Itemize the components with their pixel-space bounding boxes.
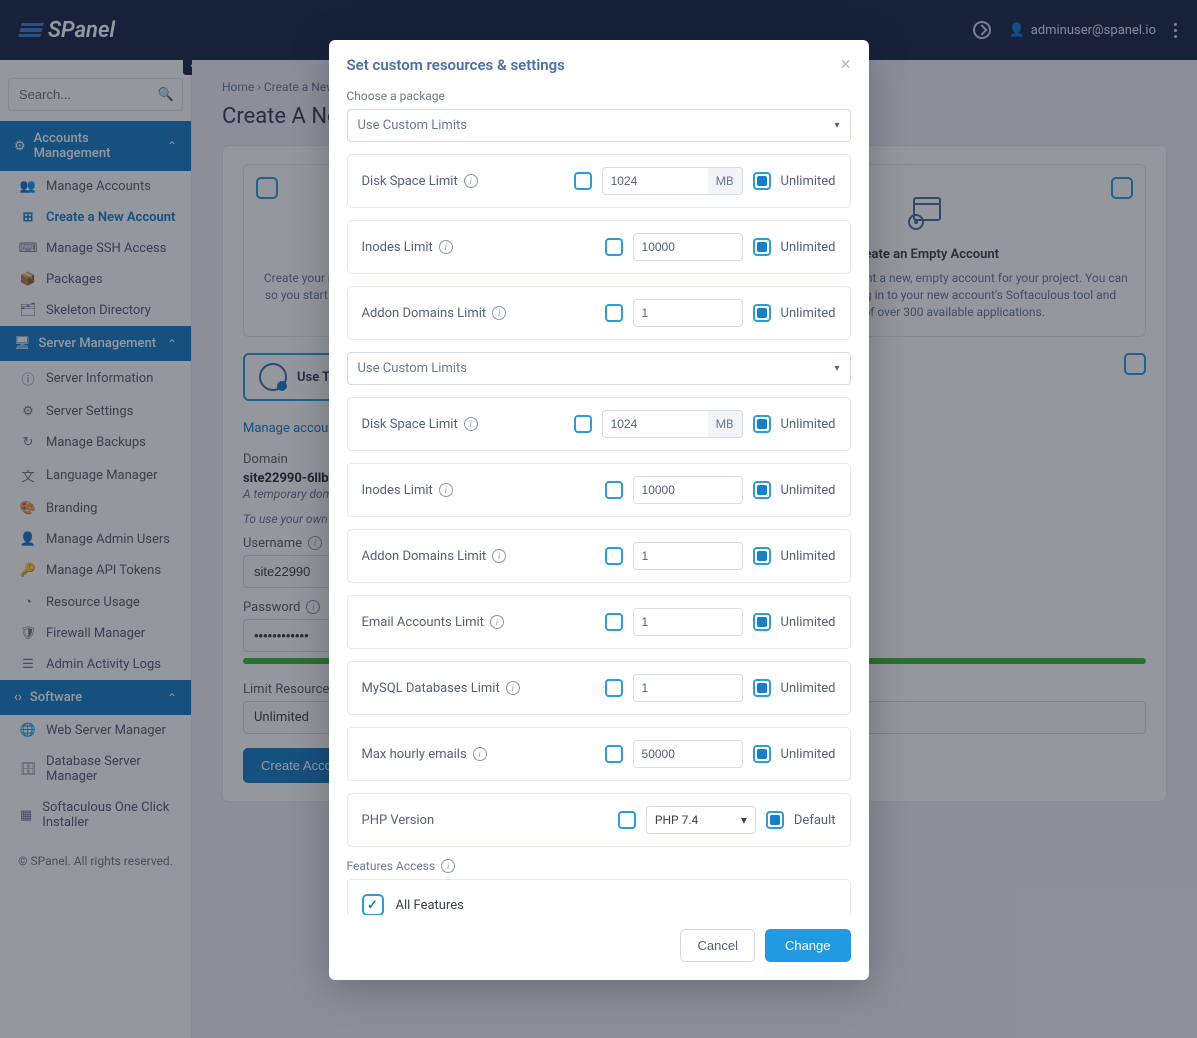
- unlimited-label: Unlimited: [781, 417, 836, 432]
- limit-name: Email Accounts Limit i: [362, 615, 522, 630]
- limit-group2-row-3: Email Accounts Limit i Unlimited: [347, 595, 851, 649]
- limit-group1-row-2: Addon Domains Limit i Unlimited: [347, 286, 851, 340]
- limit-enable-checkbox[interactable]: [605, 547, 623, 565]
- limit-name: Addon Domains Limit i: [362, 306, 522, 321]
- limit-enable-checkbox[interactable]: [605, 679, 623, 697]
- unlimited-checkbox[interactable]: [753, 238, 771, 256]
- php-label: PHP Version: [362, 813, 522, 828]
- limit-enable-checkbox[interactable]: [605, 304, 623, 322]
- unlimited-label: Unlimited: [781, 681, 836, 696]
- limit-enable-checkbox[interactable]: [574, 415, 592, 433]
- limit-enable-checkbox[interactable]: [605, 238, 623, 256]
- unlimited-label: Unlimited: [781, 306, 836, 321]
- resources-modal: Set custom resources & settings × Choose…: [329, 40, 869, 980]
- limit-name: Disk Space Limit i: [362, 174, 522, 189]
- limit-enable-checkbox[interactable]: [574, 172, 592, 190]
- unlimited-label: Unlimited: [781, 240, 836, 255]
- limit-name: Inodes Limit i: [362, 483, 522, 498]
- info-icon: i: [464, 417, 478, 431]
- limit-value-input[interactable]: [633, 299, 743, 327]
- modal-body: Choose a package Use Custom Limits▾ Disk…: [329, 89, 869, 915]
- features-row: ✓ All Features: [347, 879, 851, 915]
- features-label: Features Access i: [347, 859, 851, 873]
- info-icon: i: [490, 615, 504, 629]
- limit-group1-row-1: Inodes Limit i Unlimited: [347, 220, 851, 274]
- chevron-down-icon: ▾: [834, 120, 839, 131]
- info-icon: i: [492, 549, 506, 563]
- limit-group1-row-0: Disk Space Limit i MB Unlimited: [347, 154, 851, 208]
- php-default-label: Default: [794, 813, 836, 828]
- limit-value-input[interactable]: [602, 167, 712, 195]
- php-select[interactable]: PHP 7.4▾: [646, 806, 756, 834]
- info-icon: i: [492, 306, 506, 320]
- cancel-button[interactable]: Cancel: [680, 929, 754, 962]
- limit-enable-checkbox[interactable]: [605, 613, 623, 631]
- package-select-2[interactable]: Use Custom Limits▾: [347, 352, 851, 385]
- unit-label: MB: [708, 167, 743, 195]
- limit-value-input[interactable]: [633, 233, 743, 261]
- chevron-down-icon: ▾: [741, 813, 747, 827]
- unlimited-label: Unlimited: [781, 549, 836, 564]
- limit-group2-row-0: Disk Space Limit i MB Unlimited: [347, 397, 851, 451]
- limit-group2-row-1: Inodes Limit i Unlimited: [347, 463, 851, 517]
- info-icon: i: [473, 747, 487, 761]
- unlimited-checkbox[interactable]: [753, 547, 771, 565]
- modal-footer: Cancel Change: [329, 915, 869, 980]
- unlimited-checkbox[interactable]: [753, 172, 771, 190]
- limit-name: Disk Space Limit i: [362, 417, 522, 432]
- all-features-checkbox[interactable]: ✓: [362, 894, 384, 915]
- info-icon: i: [506, 681, 520, 695]
- modal-overlay: Set custom resources & settings × Choose…: [0, 0, 1197, 1038]
- php-default-checkbox[interactable]: [766, 811, 784, 829]
- close-icon[interactable]: ×: [841, 54, 851, 75]
- unlimited-label: Unlimited: [781, 615, 836, 630]
- change-button[interactable]: Change: [765, 929, 851, 962]
- unlimited-checkbox[interactable]: [753, 304, 771, 322]
- chevron-down-icon: ▾: [834, 363, 839, 374]
- limit-group2-row-5: Max hourly emails i Unlimited: [347, 727, 851, 781]
- unlimited-checkbox[interactable]: [753, 745, 771, 763]
- package-select[interactable]: Use Custom Limits▾: [347, 109, 851, 142]
- unlimited-label: Unlimited: [781, 483, 836, 498]
- unlimited-checkbox[interactable]: [753, 679, 771, 697]
- limit-group2-row-4: MySQL Databases Limit i Unlimited: [347, 661, 851, 715]
- php-checkbox[interactable]: [618, 811, 636, 829]
- unlimited-label: Unlimited: [781, 174, 836, 189]
- limit-value-input[interactable]: [602, 410, 712, 438]
- unlimited-checkbox[interactable]: [753, 613, 771, 631]
- unit-label: MB: [708, 410, 743, 438]
- limit-value-input[interactable]: [633, 542, 743, 570]
- limit-value-input[interactable]: [633, 740, 743, 768]
- modal-header: Set custom resources & settings ×: [329, 40, 869, 89]
- limit-name: Inodes Limit i: [362, 240, 522, 255]
- limit-enable-checkbox[interactable]: [605, 745, 623, 763]
- info-icon: i: [441, 859, 455, 873]
- limit-value-input[interactable]: [633, 476, 743, 504]
- unlimited-checkbox[interactable]: [753, 481, 771, 499]
- info-icon: i: [439, 483, 453, 497]
- limit-name: Max hourly emails i: [362, 747, 522, 762]
- package-label: Choose a package: [347, 89, 851, 103]
- limit-value-input[interactable]: [633, 608, 743, 636]
- modal-title: Set custom resources & settings: [347, 56, 565, 74]
- unlimited-checkbox[interactable]: [753, 415, 771, 433]
- limit-value-input[interactable]: [633, 674, 743, 702]
- limit-group2-row-2: Addon Domains Limit i Unlimited: [347, 529, 851, 583]
- all-features-label: All Features: [396, 898, 464, 913]
- info-icon: i: [464, 174, 478, 188]
- limit-enable-checkbox[interactable]: [605, 481, 623, 499]
- php-version-row: PHP Version PHP 7.4▾ Default: [347, 793, 851, 847]
- limit-name: Addon Domains Limit i: [362, 549, 522, 564]
- limit-name: MySQL Databases Limit i: [362, 681, 522, 696]
- unlimited-label: Unlimited: [781, 747, 836, 762]
- info-icon: i: [439, 240, 453, 254]
